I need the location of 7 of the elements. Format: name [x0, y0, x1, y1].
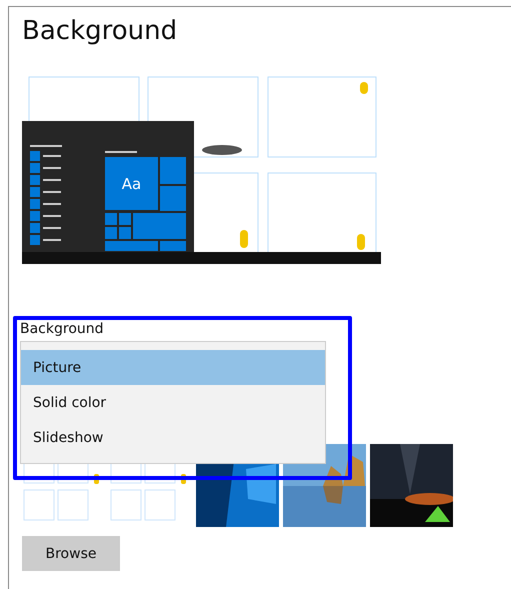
page-title: Background [22, 15, 178, 47]
field-label: Background [20, 320, 105, 338]
browse-button[interactable]: Browse [22, 536, 120, 571]
dropdown-option[interactable]: Solid color [21, 385, 325, 420]
dropdown-option[interactable]: Picture [21, 350, 325, 385]
dropdown-option[interactable]: Slideshow [21, 420, 325, 455]
live-tile: Aa [105, 157, 158, 210]
